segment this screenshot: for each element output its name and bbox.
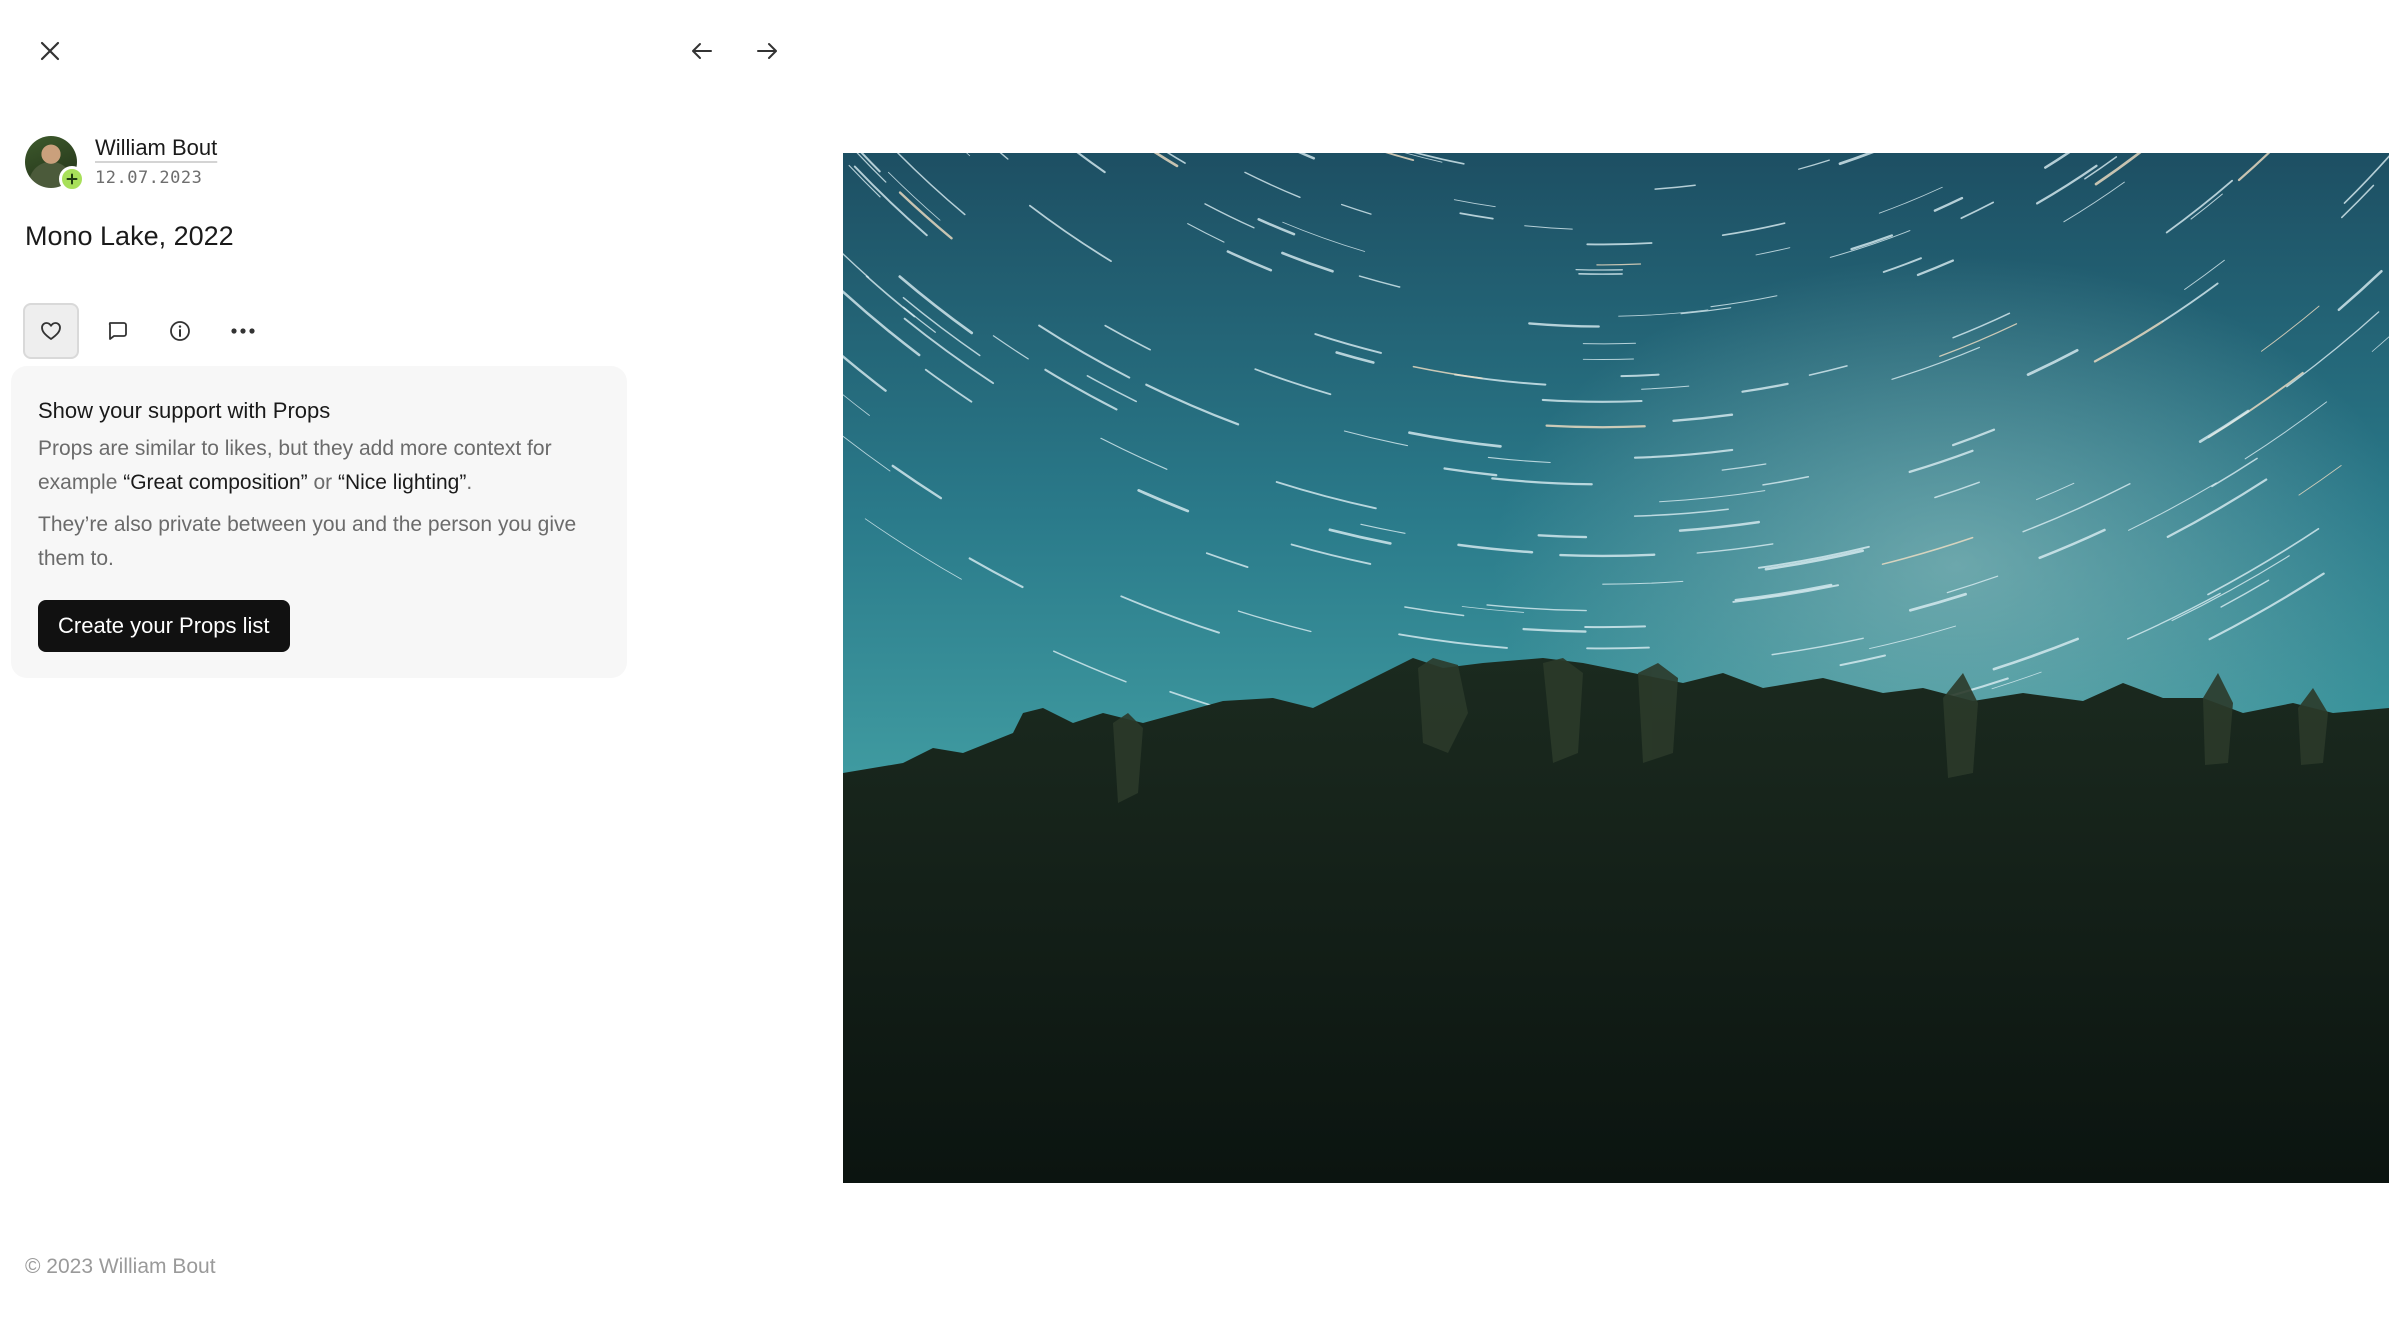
arrow-right-icon (757, 43, 777, 59)
author-block: William Bout 12.07.2023 (25, 133, 217, 192)
create-props-list-button[interactable]: Create your Props list (38, 600, 290, 652)
author-meta: William Bout 12.07.2023 (95, 133, 217, 191)
info-button[interactable] (152, 303, 208, 359)
props-card-description: Props are similar to likes, but they add… (38, 432, 600, 500)
publish-date: 12.07.2023 (95, 168, 203, 188)
next-photo-button[interactable] (743, 27, 791, 75)
props-text-end: . (466, 471, 473, 494)
photo-image[interactable] (843, 153, 2389, 1183)
author-name-link[interactable]: William Bout (95, 133, 217, 163)
props-card-title: Show your support with Props (38, 398, 331, 423)
comment-icon (108, 322, 127, 340)
plus-badge-icon (59, 166, 85, 192)
comment-button[interactable] (89, 303, 145, 359)
props-text-or: or (307, 471, 338, 494)
heart-icon (41, 322, 61, 340)
info-icon (170, 321, 190, 341)
close-button[interactable] (26, 27, 74, 75)
props-button[interactable] (23, 303, 79, 359)
previous-photo-button[interactable] (678, 27, 726, 75)
props-card-privacy-note: They’re also private between you and the… (38, 513, 577, 570)
more-options-button[interactable] (215, 303, 271, 359)
close-icon (40, 41, 60, 61)
photo-title: Mono Lake, 2022 (25, 221, 234, 251)
props-info-card: Show your support with Props Props are s… (11, 366, 627, 678)
more-icon (231, 328, 255, 334)
arrow-left-icon (692, 43, 712, 59)
star-trails-photo (843, 153, 2389, 1183)
props-example-lighting: “Nice lighting” (337, 471, 467, 494)
avatar[interactable] (25, 136, 85, 192)
props-example-composition: “Great composition” (123, 471, 308, 494)
copyright-notice: © 2023 William Bout (25, 1255, 216, 1278)
